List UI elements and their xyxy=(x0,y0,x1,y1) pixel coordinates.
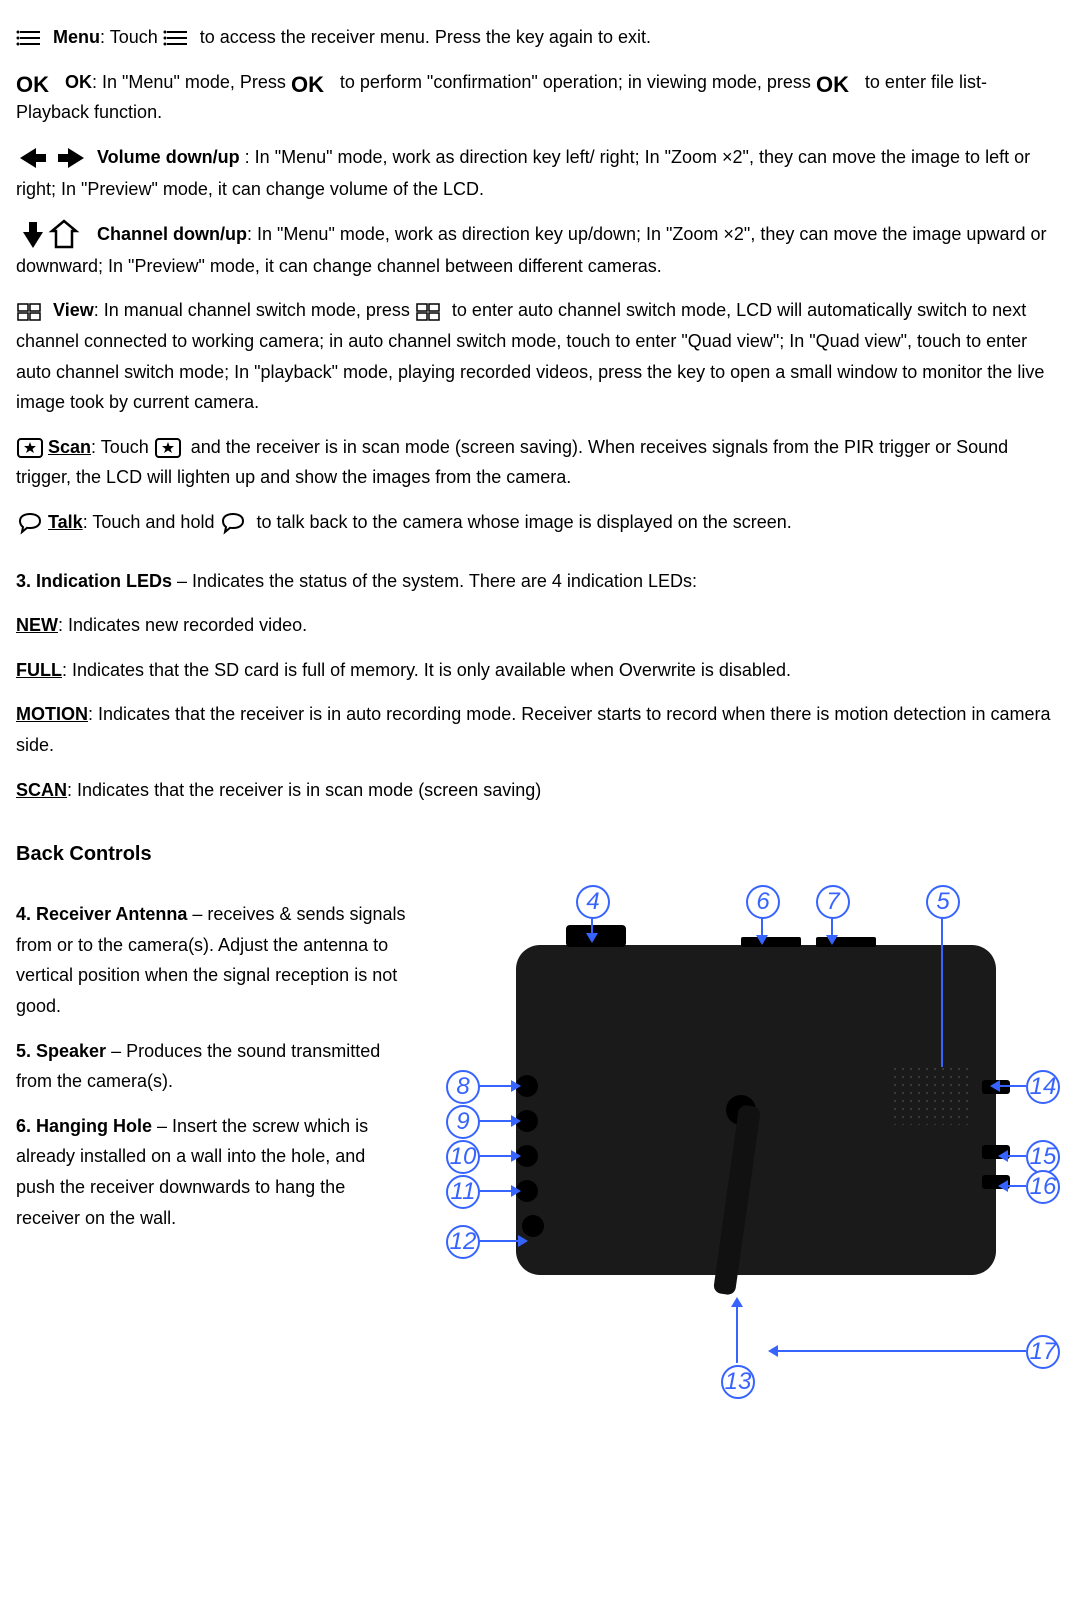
back-item-6: 6. Hanging Hole – Insert the screw which… xyxy=(16,1111,406,1233)
led-new: NEW: Indicates new recorded video. xyxy=(16,610,1062,641)
callout-15-line xyxy=(1006,1155,1026,1157)
ok-text2: to perform "confirmation" operation; in … xyxy=(340,72,816,92)
callout-17-line xyxy=(776,1350,1026,1352)
menu-icon-inline xyxy=(163,26,191,50)
back-item-4: 4. Receiver Antenna – receives & sends s… xyxy=(16,899,406,1021)
callout-10: 10 xyxy=(446,1140,480,1174)
volume-description: Volume down/up : In "Menu" mode, work as… xyxy=(16,142,1062,205)
scan-description: Scan: Touch and the receiver is in scan … xyxy=(16,432,1062,493)
callout-5-line-v xyxy=(941,917,943,1067)
svg-text:OK: OK xyxy=(816,72,849,96)
top-slot-1 xyxy=(741,937,801,947)
channel-description: Channel down/up: In "Menu" mode, work as… xyxy=(16,219,1062,282)
callout-7: 7 xyxy=(816,885,850,919)
callout-5: 5 xyxy=(926,885,960,919)
callout-14: 14 xyxy=(1026,1070,1060,1104)
svg-text:OK: OK xyxy=(16,72,49,96)
leds-heading-bold: 3. Indication LEDs xyxy=(16,571,172,591)
callout-13-line xyxy=(736,1305,738,1363)
led-motion: MOTION: Indicates that the receiver is i… xyxy=(16,699,1062,760)
menu-text2: to access the receiver menu. Press the k… xyxy=(200,27,651,47)
top-slot-2 xyxy=(816,937,876,947)
callout-6: 6 xyxy=(746,885,780,919)
back-item-6-label: 6. Hanging Hole xyxy=(16,1116,152,1136)
talk-label: Talk xyxy=(48,512,83,532)
back-controls-header: Back Controls xyxy=(16,837,1062,871)
view-text1: : In manual channel switch mode, press xyxy=(94,300,410,320)
led-scan-text: : Indicates that the receiver is in scan… xyxy=(67,780,541,800)
view-icon xyxy=(16,300,44,324)
callout-9-line xyxy=(478,1120,513,1122)
callout-17: 17 xyxy=(1026,1335,1060,1369)
view-label: View xyxy=(53,300,94,320)
led-new-label: NEW xyxy=(16,615,58,635)
ok-text1: : In "Menu" mode, Press xyxy=(92,72,291,92)
speaker-grid xyxy=(891,1065,971,1125)
led-full-text: : Indicates that the SD card is full of … xyxy=(62,660,791,680)
view-icon-inline xyxy=(415,300,443,324)
leds-heading: 3. Indication LEDs – Indicates the statu… xyxy=(16,566,1062,597)
callout-10-line xyxy=(478,1155,513,1157)
ok-label: OK xyxy=(65,72,92,92)
ok-icon-inline1: OK xyxy=(291,70,331,96)
ok-icon: OK xyxy=(16,70,56,96)
back-item-5-label: 5. Speaker xyxy=(16,1041,106,1061)
ok-icon-inline2: OK xyxy=(816,70,856,96)
volume-icon xyxy=(16,142,88,174)
talk-icon-inline xyxy=(219,511,247,535)
led-motion-label: MOTION xyxy=(16,704,88,724)
back-item-5: 5. Speaker – Produces the sound transmit… xyxy=(16,1036,406,1097)
back-item-4-label: 4. Receiver Antenna xyxy=(16,904,187,924)
led-scan: SCAN: Indicates that the receiver is in … xyxy=(16,775,1062,806)
callout-12-line xyxy=(478,1240,520,1242)
led-full: FULL: Indicates that the SD card is full… xyxy=(16,655,1062,686)
led-scan-label: SCAN xyxy=(16,780,67,800)
callout-13: 13 xyxy=(721,1365,755,1399)
talk-text2: to talk back to the camera whose image i… xyxy=(256,512,791,532)
callout-6-line xyxy=(761,917,763,937)
callout-12: 12 xyxy=(446,1225,480,1259)
scan-text1: : Touch xyxy=(91,437,154,457)
callout-14-line xyxy=(998,1085,1026,1087)
svg-text:OK: OK xyxy=(291,72,324,96)
menu-description: Menu: Touch to access the receiver menu.… xyxy=(16,22,1062,53)
scan-icon xyxy=(16,436,44,460)
volume-label: Volume down/up xyxy=(97,147,240,167)
led-motion-text: : Indicates that the receiver is in auto… xyxy=(16,704,1050,755)
led-full-label: FULL xyxy=(16,660,62,680)
talk-text1: : Touch and hold xyxy=(83,512,220,532)
callout-8: 8 xyxy=(446,1070,480,1104)
callout-4: 4 xyxy=(576,885,610,919)
channel-label: Channel down/up xyxy=(97,224,247,244)
callout-9: 9 xyxy=(446,1105,480,1139)
view-description: View: In manual channel switch mode, pre… xyxy=(16,295,1062,417)
scan-label: Scan xyxy=(48,437,91,457)
callout-8-line xyxy=(478,1085,513,1087)
callout-11: 11 xyxy=(446,1175,480,1209)
callout-11-line xyxy=(478,1190,513,1192)
talk-icon xyxy=(16,511,44,535)
menu-text1: : Touch xyxy=(100,27,163,47)
leds-heading-rest: – Indicates the status of the system. Th… xyxy=(172,571,697,591)
led-new-text: : Indicates new recorded video. xyxy=(58,615,307,635)
scan-icon-inline xyxy=(154,436,182,460)
menu-icon xyxy=(16,26,44,50)
menu-label: Menu xyxy=(53,27,100,47)
callout-7-line xyxy=(831,917,833,937)
channel-icon xyxy=(16,219,88,251)
receiver-back-diagram: 4 6 7 5 8 9 10 11 12 14 15 xyxy=(426,885,1066,1405)
callout-16: 16 xyxy=(1026,1170,1060,1204)
talk-description: Talk: Touch and hold to talk back to the… xyxy=(16,507,1062,538)
ok-description: OK OK: In "Menu" mode, Press OK to perfo… xyxy=(16,67,1062,128)
callout-16-line xyxy=(1006,1185,1026,1187)
callout-4-line xyxy=(591,917,593,935)
